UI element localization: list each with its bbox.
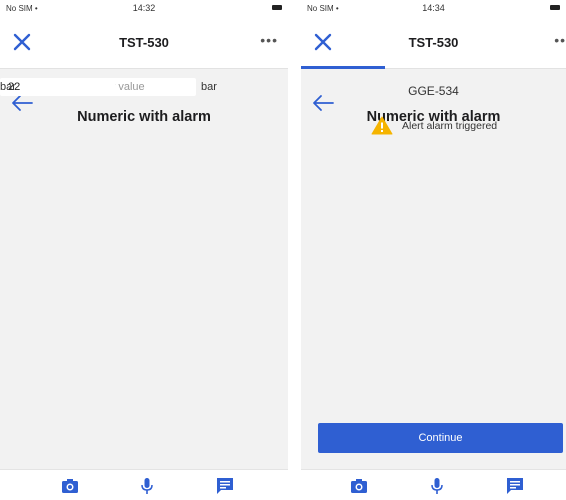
question-title: Numeric with alarm bbox=[77, 109, 211, 125]
status-bar: No SIM • 14:34 bbox=[301, 0, 566, 18]
alert-text: Alert alarm triggered bbox=[402, 120, 498, 132]
navigation-bar: TST-530 ••• bbox=[301, 18, 566, 69]
more-icon[interactable]: ••• bbox=[260, 32, 278, 48]
battery-icon bbox=[272, 5, 282, 10]
camera-icon[interactable] bbox=[61, 477, 79, 495]
more-icon[interactable]: ••• bbox=[554, 32, 566, 48]
warning-icon bbox=[371, 116, 393, 135]
question-content: GGE-534 Numeric with alarm bbox=[0, 68, 288, 470]
status-time: 14:32 bbox=[132, 3, 156, 13]
bottom-toolbar bbox=[0, 469, 288, 500]
unit-label: bar bbox=[201, 81, 217, 93]
status-time: 14:34 bbox=[422, 3, 445, 13]
comment-icon[interactable] bbox=[216, 477, 234, 495]
comment-icon[interactable] bbox=[506, 477, 524, 495]
value-input[interactable] bbox=[0, 78, 115, 96]
bottom-toolbar bbox=[301, 469, 566, 500]
navigation-bar: TST-530 ••• bbox=[0, 18, 288, 69]
page-title: TST-530 bbox=[119, 35, 169, 50]
continue-button[interactable]: Continue bbox=[318, 423, 563, 453]
battery-icon bbox=[550, 5, 560, 10]
microphone-icon[interactable] bbox=[138, 477, 156, 495]
unit-label: bar bbox=[0, 81, 16, 93]
microphone-icon[interactable] bbox=[428, 477, 446, 495]
camera-icon[interactable] bbox=[350, 477, 368, 495]
page-title: TST-530 bbox=[408, 35, 459, 50]
left-phone-screen: No SIM • 14:32 TST-530 ••• GGE-534 Numer… bbox=[0, 0, 288, 500]
asset-code: GGE-534 bbox=[408, 84, 459, 98]
status-bar: No SIM • 14:32 bbox=[0, 0, 288, 18]
